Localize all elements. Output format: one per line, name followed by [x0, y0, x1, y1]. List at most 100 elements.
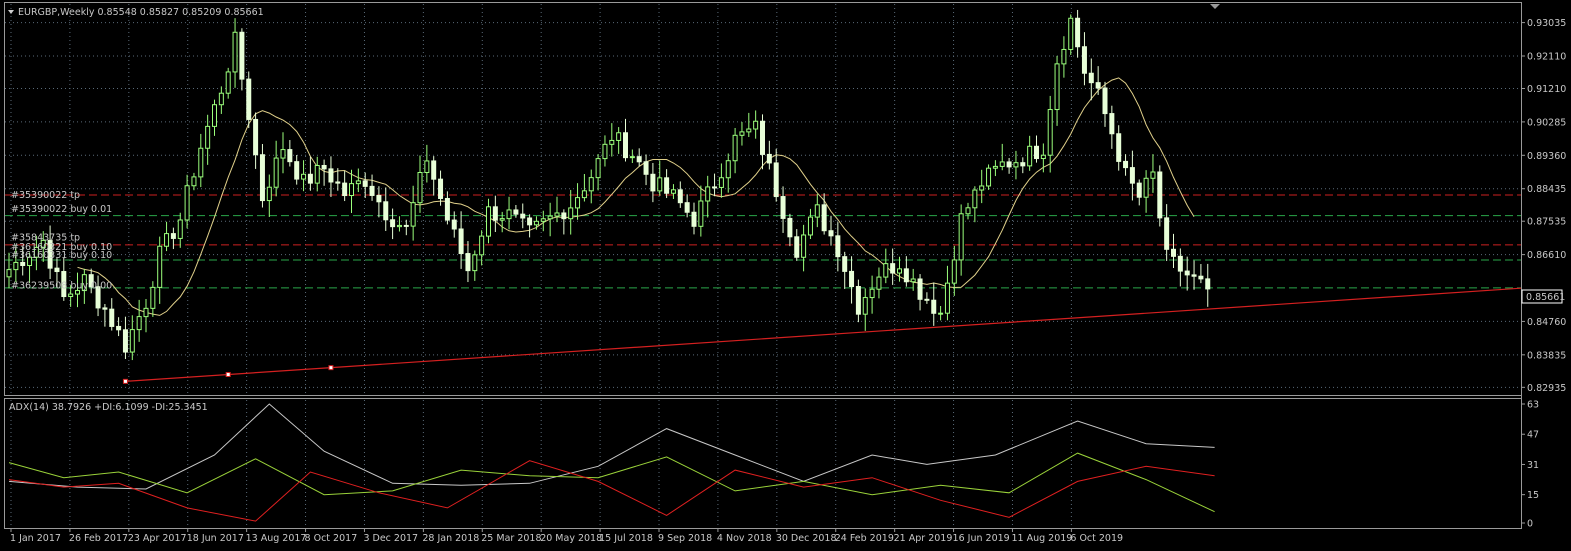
candle-body	[910, 278, 916, 283]
candle-body	[424, 160, 430, 174]
trendline-anchor[interactable]	[122, 378, 128, 384]
candle-body	[54, 267, 60, 273]
candle-body	[198, 147, 204, 178]
candle-body	[794, 236, 800, 258]
support-trendline[interactable]	[125, 287, 1522, 382]
candle-body	[499, 218, 505, 221]
candle-body	[170, 233, 176, 239]
candle-body	[657, 177, 663, 192]
time-tick-label: 3 Dec 2017	[363, 533, 418, 544]
candle-body	[396, 224, 402, 228]
candle-body	[431, 160, 437, 180]
time-axis: 1 Jan 2017 26 Feb 2017 23 Apr 2017 18 Jun 2…	[10, 528, 1123, 544]
candle-body	[1040, 154, 1046, 160]
candle-body	[951, 259, 957, 284]
shift-marker-icon[interactable]	[1210, 4, 1220, 9]
candle-body	[855, 286, 861, 315]
candle-body	[239, 31, 245, 80]
time-tick-label: 4 Nov 2018	[717, 533, 772, 544]
candle-body	[492, 206, 498, 221]
chart-window[interactable]: #35390022 tp #35390022 buy 0.01 #35843735 …	[0, 0, 1571, 551]
candle-body	[1136, 182, 1142, 198]
candle-body	[68, 293, 74, 298]
candle-body	[807, 216, 813, 236]
candle-body	[636, 156, 642, 163]
candle-body	[1184, 270, 1190, 276]
candle-body	[917, 278, 923, 300]
moving-average	[77, 77, 1195, 316]
candle-body	[13, 261, 19, 271]
candle-body	[986, 167, 992, 187]
candle-body	[1116, 133, 1122, 162]
trendline-anchor[interactable]	[328, 365, 334, 371]
candle-body	[890, 263, 896, 274]
current-price-label: 0.85661	[1526, 292, 1565, 303]
candle-body	[232, 31, 238, 73]
adx-series-1	[8, 452, 1215, 513]
candle-body	[1095, 82, 1101, 89]
candle-body	[479, 235, 485, 256]
order-level-label: #35390022 tp	[11, 190, 80, 201]
candle-body	[1081, 46, 1087, 74]
candle-body	[143, 307, 149, 318]
candle-body	[266, 186, 272, 202]
candle-body	[712, 186, 718, 189]
candle-body	[931, 299, 937, 314]
candle-body	[129, 329, 135, 353]
candle-body	[575, 197, 581, 209]
time-tick-label: 1 Jan 2017	[10, 533, 61, 544]
candle-body	[403, 224, 409, 227]
candle-body	[958, 213, 964, 261]
adx-lines	[8, 403, 1215, 522]
candle-body	[136, 316, 142, 331]
indicator-pane-frame	[4, 398, 1522, 529]
candle-body	[225, 71, 231, 94]
candle-body	[287, 149, 293, 163]
trendline-anchor[interactable]	[225, 372, 231, 378]
grid	[5, 4, 1521, 527]
candle-body	[924, 298, 930, 301]
price-tick-label: 0.86610	[1527, 250, 1566, 261]
candle-body	[1205, 278, 1211, 290]
candle-body	[677, 189, 683, 204]
dropdown-triangle-icon[interactable]	[8, 10, 14, 14]
candle-body	[1157, 171, 1163, 219]
candle-body	[177, 219, 183, 239]
time-tick-label: 20 May 2018	[540, 533, 602, 544]
candle-body	[349, 183, 354, 197]
ma-line	[77, 77, 1195, 316]
candle-body	[609, 139, 615, 145]
candle-body	[164, 233, 170, 247]
candle-body	[184, 185, 190, 221]
candle-body	[1013, 162, 1019, 168]
time-tick-label: 6 Oct 2019	[1070, 533, 1123, 544]
candle-body	[1109, 113, 1115, 135]
candle-body	[1068, 17, 1074, 50]
candle-body	[1123, 160, 1129, 169]
candle-body	[122, 329, 128, 353]
candle-body	[342, 182, 348, 197]
candle-body	[664, 177, 670, 194]
candle-body	[595, 158, 601, 179]
candle-body	[410, 202, 416, 227]
candle-body	[150, 286, 156, 309]
candle-body	[506, 209, 512, 220]
candle-body	[684, 202, 690, 213]
candle-body	[1054, 63, 1060, 111]
candle-body	[383, 201, 389, 221]
candle-body	[1143, 177, 1149, 198]
candle-body	[280, 149, 286, 159]
candle-body	[444, 197, 450, 221]
candle-body	[554, 212, 560, 217]
price-chart[interactable]: #35390022 tp#35390022 buy 0.01#35843735 …	[0, 0, 1571, 551]
candle-body	[259, 154, 265, 202]
candle-body	[835, 235, 841, 258]
candle-body	[842, 256, 848, 272]
candle-body	[191, 176, 197, 187]
candle-body	[321, 164, 327, 170]
candle-body	[725, 160, 731, 179]
candle-body	[218, 92, 224, 106]
adx-tick-label: 15	[1527, 490, 1539, 501]
candle-body	[307, 173, 313, 184]
time-tick-label: 28 Jan 2018	[422, 533, 479, 544]
